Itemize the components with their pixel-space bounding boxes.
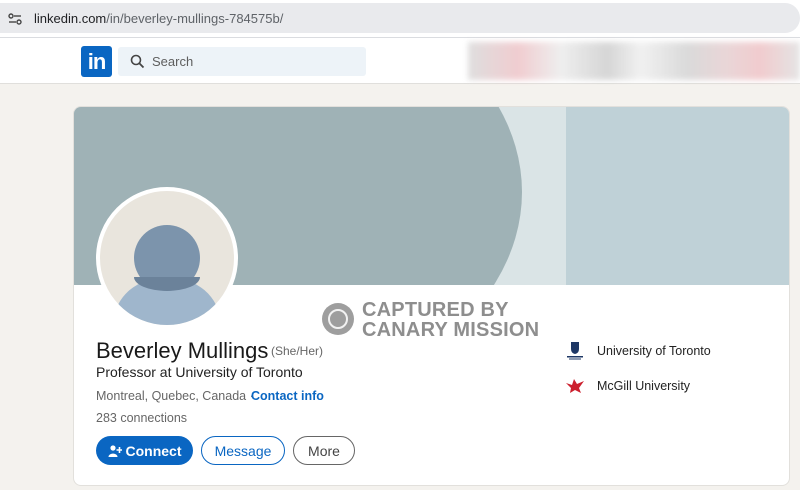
mcgill-bird-icon	[566, 379, 584, 393]
url-path: /in/beverley-mullings-784575b/	[106, 11, 284, 26]
profile-name: Beverley Mullings	[96, 338, 269, 363]
profile-pronouns: (She/Her)	[271, 344, 324, 358]
message-button[interactable]: Message	[201, 436, 285, 465]
canary-seal-icon	[322, 303, 354, 335]
blurred-nav-icons	[468, 42, 800, 80]
education-item-mcgill-university[interactable]: McGill University	[564, 375, 690, 397]
browser-url-bar: linkedin.com/in/beverley-mullings-784575…	[0, 0, 800, 38]
watermark: CAPTURED BY CANARY MISSION	[322, 299, 542, 341]
avatar[interactable]	[96, 187, 238, 329]
profile-headline: Professor at University of Toronto	[96, 364, 303, 380]
search-box[interactable]	[118, 47, 366, 76]
profile-location: Montreal, Quebec, Canada ·	[96, 389, 254, 403]
linkedin-header: in	[0, 38, 800, 84]
watermark-line-2: CANARY MISSION	[362, 319, 540, 341]
url-host: linkedin.com	[34, 11, 107, 26]
site-info-icon[interactable]	[6, 10, 24, 28]
search-icon	[130, 54, 145, 69]
search-input[interactable]	[152, 47, 357, 76]
message-label: Message	[214, 442, 272, 459]
connections-count[interactable]: 283 connections	[96, 411, 187, 425]
connect-label: Connect	[125, 442, 182, 459]
connect-button[interactable]: Connect	[96, 436, 193, 465]
education-name: McGill University	[597, 379, 691, 393]
education-item-university-of-toronto[interactable]: University of Toronto	[564, 340, 711, 362]
address-field[interactable]: linkedin.com/in/beverley-mullings-784575…	[0, 3, 800, 33]
add-person-icon	[108, 444, 122, 457]
profile-card: CAPTURED BY CANARY MISSION Beverley Mull…	[73, 106, 790, 486]
linkedin-logo[interactable]: in	[81, 46, 112, 77]
url-text[interactable]: linkedin.com/in/beverley-mullings-784575…	[34, 11, 283, 26]
more-label: More	[308, 442, 340, 459]
education-name: University of Toronto	[597, 344, 711, 358]
university-of-toronto-crest-icon	[567, 342, 583, 360]
contact-info-link[interactable]: Contact info	[251, 389, 324, 403]
more-button[interactable]: More	[293, 436, 355, 465]
